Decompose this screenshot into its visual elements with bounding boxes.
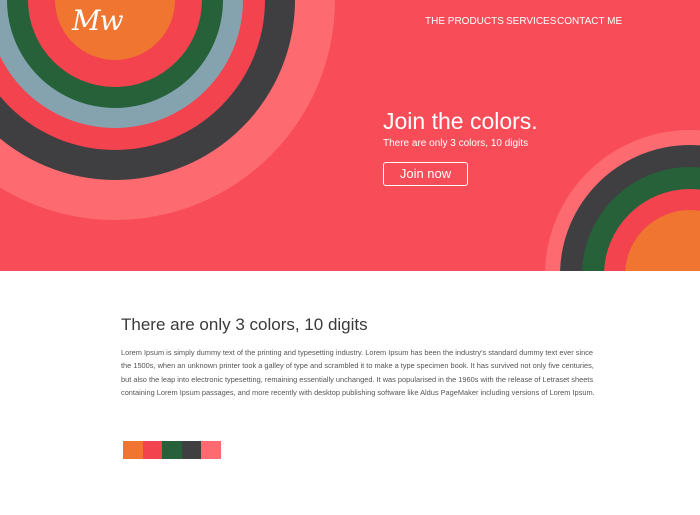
color-swatch — [162, 441, 182, 459]
concentric-circles-art — [0, 0, 700, 271]
hero-title: Join the colors. — [383, 108, 538, 134]
hero-banner: Mw THE PRODUCTS SERVICES CONTACT ME Join… — [0, 0, 700, 271]
color-swatch — [123, 441, 143, 459]
nav-link-services[interactable]: SERVICES — [506, 16, 556, 28]
hero-subtitle: There are only 3 colors, 10 digits — [383, 138, 529, 149]
join-now-button[interactable]: Join now — [383, 162, 468, 186]
section-title: There are only 3 colors, 10 digits — [121, 315, 368, 334]
main-nav: THE PRODUCTS SERVICES CONTACT ME — [0, 16, 700, 30]
color-swatches — [123, 441, 221, 459]
color-swatch — [142, 441, 163, 459]
color-swatch — [181, 441, 202, 459]
nav-link-the-products[interactable]: THE PRODUCTS — [425, 16, 504, 28]
section-paragraph: Lorem Ipsum is simply dummy text of the … — [121, 348, 595, 398]
color-swatch — [201, 441, 221, 459]
nav-link-contact-me[interactable]: CONTACT ME — [557, 16, 622, 28]
